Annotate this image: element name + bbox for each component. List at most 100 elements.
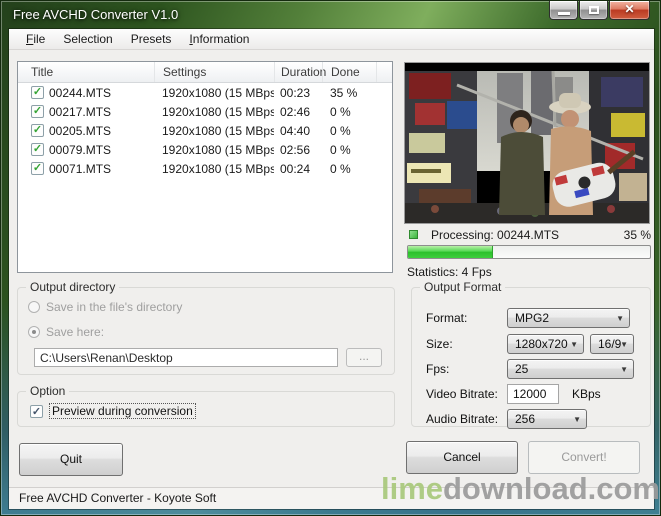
file-title: 00244.MTS bbox=[49, 86, 111, 100]
column-header-duration[interactable]: Duration bbox=[274, 62, 322, 82]
file-title: 00079.MTS bbox=[49, 143, 111, 157]
window-title: Free AVCHD Converter V1.0 bbox=[13, 7, 178, 22]
row-checkbox[interactable]: ✓ bbox=[31, 105, 44, 118]
file-title: 00071.MTS bbox=[49, 162, 111, 176]
video-bitrate-input[interactable] bbox=[507, 384, 559, 404]
format-value: MPG2 bbox=[515, 311, 549, 325]
audio-bitrate-value: 256 bbox=[515, 412, 535, 426]
chevron-down-icon: ▼ bbox=[573, 415, 581, 424]
chevron-down-icon: ▼ bbox=[616, 314, 624, 323]
file-duration: 04:40 bbox=[274, 124, 322, 138]
table-row[interactable]: ✓ 00071.MTS 1920x1080 (15 MBps) 00:24 0 % bbox=[18, 159, 392, 178]
fps-dropdown[interactable]: 25 ▼ bbox=[507, 359, 634, 379]
minimize-button[interactable] bbox=[549, 1, 578, 20]
convert-button: Convert! bbox=[528, 441, 640, 474]
size-dropdown[interactable]: 1280x720 ▼ bbox=[507, 334, 584, 354]
radio-save-here[interactable]: Save here: bbox=[28, 325, 104, 339]
video-frame-image bbox=[405, 63, 649, 223]
table-header: Title Settings Duration Done bbox=[18, 62, 392, 83]
fps-label: Fps: bbox=[426, 362, 449, 376]
chevron-down-icon: ▼ bbox=[570, 340, 578, 349]
video-bitrate-unit: KBps bbox=[572, 387, 601, 401]
quit-button[interactable]: Quit bbox=[19, 443, 123, 476]
file-duration: 00:23 bbox=[274, 86, 322, 100]
title-bar[interactable]: Free AVCHD Converter V1.0 ✕ bbox=[1, 1, 660, 29]
chevron-down-icon: ▼ bbox=[620, 365, 628, 374]
video-preview bbox=[404, 62, 650, 224]
file-done: 0 % bbox=[322, 105, 376, 119]
row-checkbox[interactable]: ✓ bbox=[31, 143, 44, 156]
row-checkbox[interactable]: ✓ bbox=[31, 124, 44, 137]
file-duration: 02:56 bbox=[274, 143, 322, 157]
statistics-label: Statistics: 4 Fps bbox=[407, 265, 492, 279]
processing-percent: 35 % bbox=[624, 228, 651, 242]
cancel-button[interactable]: Cancel bbox=[406, 441, 518, 474]
file-done: 0 % bbox=[322, 124, 376, 138]
preview-checkbox[interactable]: ✓ bbox=[30, 405, 43, 418]
file-done: 0 % bbox=[322, 162, 376, 176]
option-legend: Option bbox=[26, 384, 69, 398]
table-row[interactable]: ✓ 00079.MTS 1920x1080 (15 MBps) 02:56 0 % bbox=[18, 140, 392, 159]
output-path-input[interactable] bbox=[34, 348, 338, 367]
column-header-settings[interactable]: Settings bbox=[154, 62, 274, 82]
fps-value: 25 bbox=[515, 362, 528, 376]
table-row[interactable]: ✓00205.MTS 1920x1080 (15 MBps) 04:40 0 % bbox=[18, 121, 392, 140]
maximize-icon bbox=[589, 6, 599, 14]
browse-button[interactable]: ... bbox=[346, 348, 382, 367]
row-checkbox[interactable]: ✓ bbox=[31, 86, 44, 99]
output-directory-group: Output directory Save in the file's dire… bbox=[17, 287, 395, 375]
option-group: Option ✓ Preview during conversion bbox=[17, 391, 395, 427]
format-label: Format: bbox=[426, 311, 467, 325]
status-text: Free AVCHD Converter - Koyote Soft bbox=[19, 491, 216, 505]
menu-presets[interactable]: Presets bbox=[122, 30, 181, 48]
file-settings: 1920x1080 (15 MBps) bbox=[154, 105, 274, 119]
conversion-progress-bar bbox=[407, 245, 651, 259]
aspect-ratio-dropdown[interactable]: 16/9 ▼ bbox=[590, 334, 634, 354]
file-settings: 1920x1080 (15 MBps) bbox=[154, 124, 274, 138]
audio-bitrate-dropdown[interactable]: 256 ▼ bbox=[507, 409, 587, 429]
processing-status-row: Processing: 00244.MTS 35 % bbox=[407, 228, 651, 242]
menu-bar: File Selection Presets Information bbox=[9, 29, 654, 50]
output-format-group: Output Format Format: MPG2 ▼ Size: 1280x… bbox=[411, 287, 651, 427]
preview-checkbox-label[interactable]: Preview during conversion bbox=[49, 403, 196, 419]
app-window: Free AVCHD Converter V1.0 ✕ File Selecti… bbox=[0, 0, 661, 516]
file-list-table: Title Settings Duration Done ✓ 00244.MTS … bbox=[17, 61, 393, 273]
aspect-ratio-value: 16/9 bbox=[598, 337, 621, 351]
row-checkbox[interactable]: ✓ bbox=[31, 162, 44, 175]
format-dropdown[interactable]: MPG2 ▼ bbox=[507, 308, 630, 328]
file-done: 0 % bbox=[322, 143, 376, 157]
minimize-icon bbox=[558, 12, 570, 15]
maximize-button[interactable] bbox=[579, 1, 608, 20]
audio-bitrate-label: Audio Bitrate: bbox=[426, 412, 498, 426]
menu-file[interactable]: File bbox=[17, 30, 54, 48]
column-header-done[interactable]: Done bbox=[322, 62, 376, 82]
output-directory-legend: Output directory bbox=[26, 280, 119, 294]
column-header-title[interactable]: Title bbox=[18, 62, 154, 82]
file-title: 00217.MTS bbox=[49, 105, 111, 119]
radio-label: Save here: bbox=[46, 325, 104, 339]
file-settings: 1920x1080 (15 MBps) bbox=[154, 143, 274, 157]
close-button[interactable]: ✕ bbox=[609, 1, 650, 20]
radio-save-in-file-directory[interactable]: Save in the file's directory bbox=[28, 300, 182, 314]
chevron-down-icon: ▼ bbox=[620, 340, 628, 349]
file-duration: 00:24 bbox=[274, 162, 322, 176]
radio-selected-icon bbox=[28, 326, 40, 338]
file-settings: 1920x1080 (15 MBps) bbox=[154, 162, 274, 176]
processing-label: Processing: 00244.MTS bbox=[431, 228, 559, 242]
menu-information[interactable]: Information bbox=[180, 30, 258, 48]
size-value: 1280x720 bbox=[515, 337, 568, 351]
close-icon: ✕ bbox=[624, 2, 634, 16]
processing-led-icon bbox=[409, 230, 418, 239]
file-settings: 1920x1080 (15 MBps) bbox=[154, 86, 274, 100]
output-format-legend: Output Format bbox=[420, 280, 505, 294]
size-label: Size: bbox=[426, 337, 453, 351]
table-row[interactable]: ✓ 00244.MTS 1920x1080 (15 MBps) 00:23 35 … bbox=[18, 83, 392, 102]
radio-label: Save in the file's directory bbox=[46, 300, 182, 314]
file-done: 35 % bbox=[322, 86, 376, 100]
table-row[interactable]: ✓ 00217.MTS 1920x1080 (15 MBps) 02:46 0 % bbox=[18, 102, 392, 121]
column-header-filler bbox=[376, 62, 392, 82]
progress-fill bbox=[408, 246, 493, 258]
radio-icon bbox=[28, 301, 40, 313]
file-duration: 02:46 bbox=[274, 105, 322, 119]
menu-selection[interactable]: Selection bbox=[54, 30, 121, 48]
